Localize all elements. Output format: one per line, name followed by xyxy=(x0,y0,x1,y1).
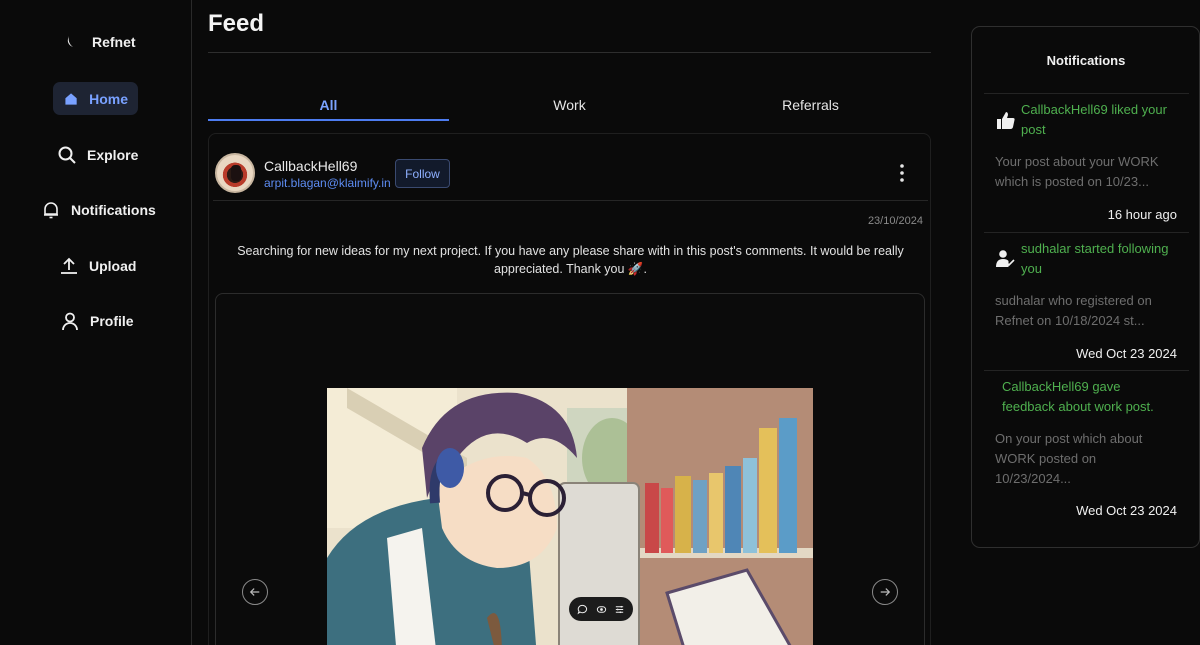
divider xyxy=(208,52,931,53)
sidebar-item-label: Explore xyxy=(87,146,139,163)
notification-item[interactable]: CallbackHell69 liked your post Your post… xyxy=(972,97,1200,227)
upload-icon xyxy=(61,257,77,274)
divider xyxy=(984,93,1189,94)
home-icon xyxy=(65,92,77,105)
notification-title: CallbackHell69 gave feedback about work … xyxy=(1002,379,1154,414)
arrow-right-icon xyxy=(880,588,891,596)
brand-name: Refnet xyxy=(92,34,136,50)
author-email[interactable]: arpit.blagan@klaimify.in xyxy=(264,176,391,190)
carousel-prev-button[interactable] xyxy=(242,579,268,605)
carousel-next-button[interactable] xyxy=(872,579,898,605)
sidebar: Refnet Home Explore Notifications Upload… xyxy=(0,0,192,645)
post-media-carousel xyxy=(215,293,925,645)
sidebar-item-upload[interactable]: Upload xyxy=(59,249,136,282)
arrow-left-icon xyxy=(249,588,260,596)
notification-body: On your post which about WORK posted on … xyxy=(995,431,1143,486)
notification-time: 16 hour ago xyxy=(1107,207,1177,222)
sidebar-item-notifications[interactable]: Notifications xyxy=(41,193,156,226)
post-date: 23/10/2024 xyxy=(867,215,923,227)
tab-referrals[interactable]: Referrals xyxy=(690,97,931,121)
user-check-icon xyxy=(996,250,1015,267)
notification-time: Wed Oct 23 2024 xyxy=(1076,503,1177,518)
avatar[interactable] xyxy=(215,153,255,193)
divider xyxy=(984,370,1189,371)
tab-all[interactable]: All xyxy=(208,97,449,121)
sidebar-item-label: Profile xyxy=(90,312,134,329)
divider xyxy=(213,200,928,201)
page-title: Feed xyxy=(208,10,265,37)
notification-body: sudhalar who registered on Refnet on 10/… xyxy=(995,293,1152,328)
sidebar-item-profile[interactable]: Profile xyxy=(60,304,134,337)
bell-icon xyxy=(44,201,58,218)
author-name[interactable]: CallbackHell69 xyxy=(264,158,357,174)
logo-icon xyxy=(67,36,73,47)
thumbs-up-icon xyxy=(997,112,1015,129)
tab-work[interactable]: Work xyxy=(449,97,690,121)
notification-item[interactable]: CallbackHell69 gave feedback about work … xyxy=(972,374,1200,524)
feed-tabs: All Work Referrals xyxy=(208,97,931,121)
notifications-panel: Notifications CallbackHell69 liked your … xyxy=(971,26,1200,548)
sidebar-item-explore[interactable]: Explore xyxy=(57,138,138,171)
brand[interactable]: Refnet xyxy=(64,33,136,51)
view-icon[interactable] xyxy=(596,604,607,615)
comment-icon[interactable] xyxy=(577,604,588,615)
post-actions-toolbar xyxy=(569,597,633,621)
sidebar-item-label: Home xyxy=(89,90,128,107)
post-text: Searching for new ideas for my next proj… xyxy=(237,244,904,276)
user-icon xyxy=(62,312,78,330)
search-icon xyxy=(58,146,76,164)
sidebar-item-home[interactable]: Home xyxy=(53,82,138,115)
notification-item[interactable]: sudhalar started following you sudhalar … xyxy=(972,236,1200,366)
sidebar-item-label: Notifications xyxy=(71,201,156,218)
more-options-icon[interactable] xyxy=(892,162,912,184)
notification-body: Your post about your WORK which is poste… xyxy=(995,154,1159,189)
post-card: CallbackHell69 arpit.blagan@klaimify.in … xyxy=(208,133,931,645)
follow-button[interactable]: Follow xyxy=(395,159,450,188)
details-icon[interactable] xyxy=(614,604,625,615)
divider xyxy=(984,232,1189,233)
notification-title: CallbackHell69 liked your post xyxy=(1021,102,1167,137)
notifications-title: Notifications xyxy=(1046,53,1126,68)
sidebar-item-label: Upload xyxy=(89,257,137,274)
notification-time: Wed Oct 23 2024 xyxy=(1076,346,1177,361)
notification-title: sudhalar started following you xyxy=(1021,241,1169,276)
